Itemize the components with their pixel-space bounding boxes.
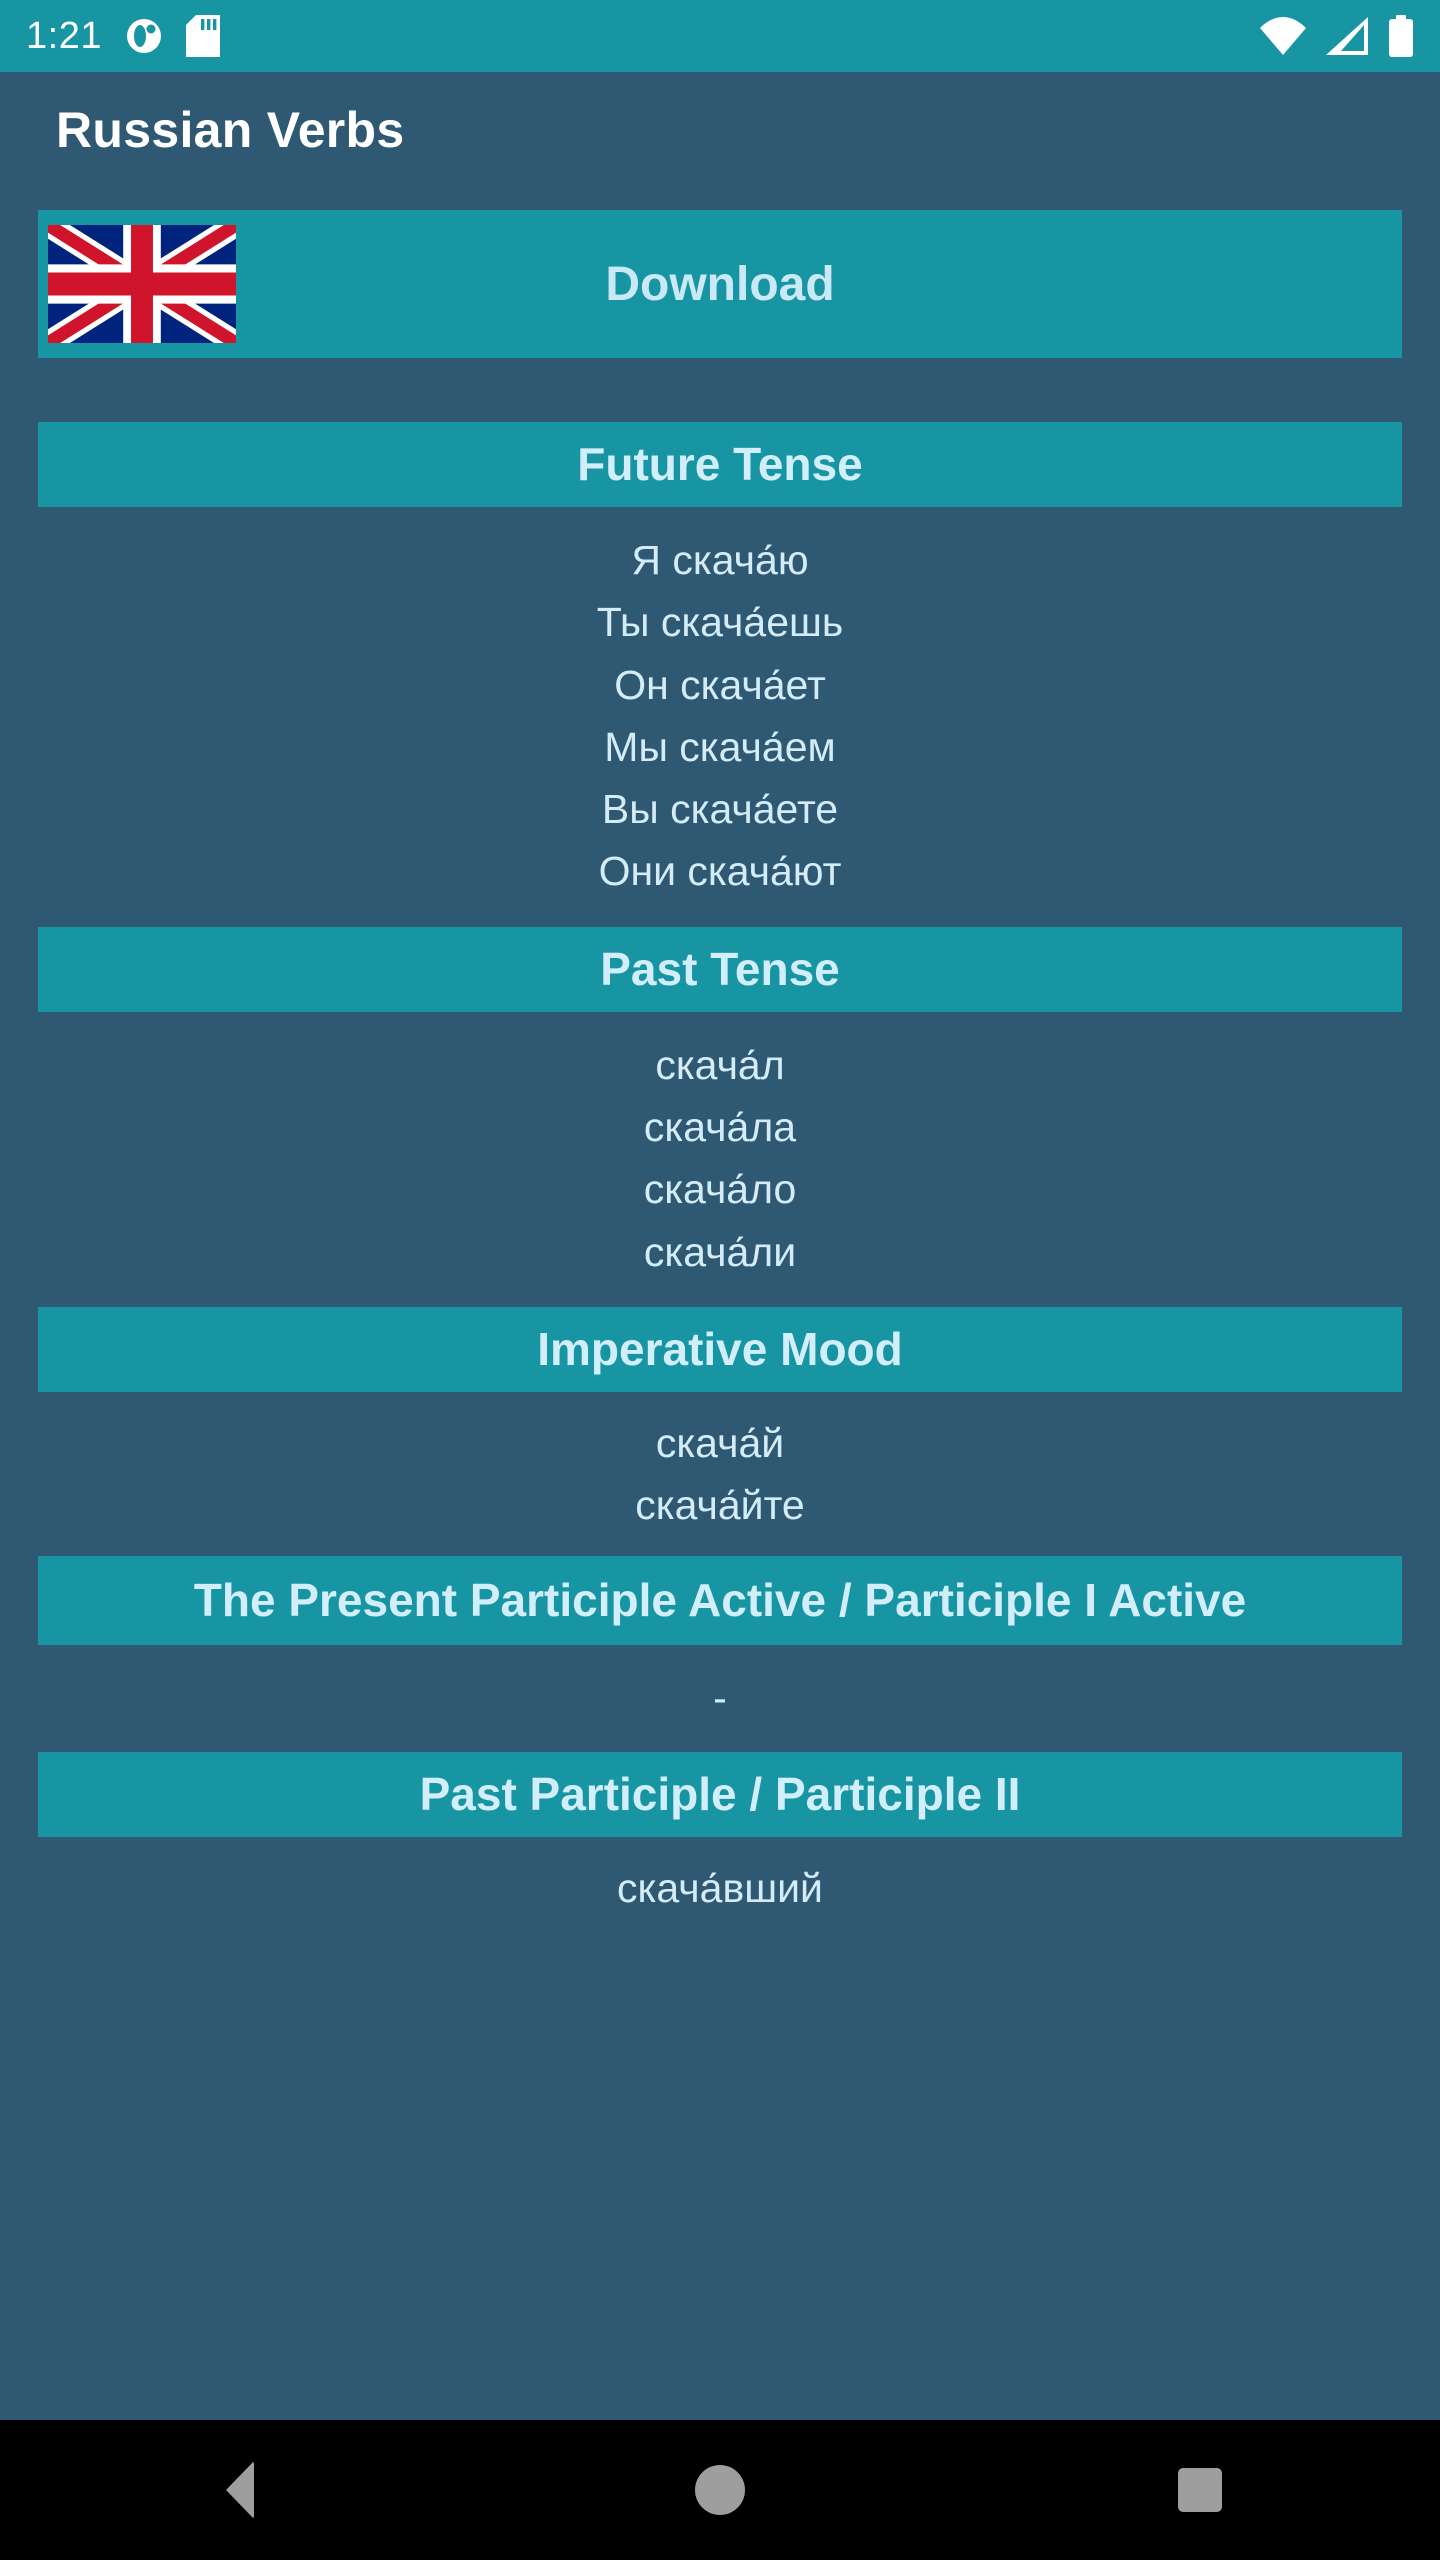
- conjugation-line: скача́ли: [643, 1228, 797, 1275]
- conjugation-line: скача́вший: [617, 1865, 823, 1912]
- home-circle-icon: [695, 2465, 745, 2515]
- status-clock: 1:21: [26, 15, 102, 57]
- conjugation-line: Мы скача́ем: [604, 723, 836, 770]
- section-header-present-participle-active: The Present Participle Active / Particip…: [38, 1556, 1402, 1646]
- conjugation-line: Он скача́ет: [614, 661, 826, 708]
- value-present-participle-active: -: [713, 1675, 727, 1722]
- sd-card-icon: [185, 15, 220, 57]
- app-bar: Russian Verbs: [0, 72, 1440, 188]
- section-header-past-tense: Past Tense: [38, 926, 1402, 1012]
- wifi-icon: [1260, 17, 1306, 55]
- status-bar-right: [1260, 15, 1414, 57]
- recents-square-icon: [1178, 2468, 1222, 2512]
- content-scroll-area[interactable]: Download Future Tense Я скача́ю Ты скача…: [0, 188, 1440, 2420]
- download-button[interactable]: Download: [38, 210, 1402, 358]
- back-triangle-icon: [226, 2461, 254, 2519]
- section-header-future-tense: Future Tense: [38, 422, 1402, 507]
- status-bar-left: 1:21: [26, 15, 220, 57]
- android-navigation-bar: [0, 2420, 1440, 2560]
- section-header-imperative-mood: Imperative Mood: [38, 1306, 1402, 1392]
- clock-alarm-icon: [126, 19, 161, 53]
- back-button[interactable]: [155, 2420, 325, 2560]
- battery-icon: [1389, 15, 1413, 57]
- status-bar: 1:21: [0, 0, 1440, 72]
- cellular-signal-icon: [1326, 17, 1368, 55]
- conjugation-list-future-tense: Я скача́ю Ты скача́ешь Он скача́ет Мы ск…: [38, 507, 1402, 927]
- app-screen: 1:21 Russian Verbs Download Future Tense…: [0, 0, 1440, 2560]
- conjugation-line: скача́л: [655, 1041, 785, 1088]
- section-header-past-participle: Past Participle / Participle II: [38, 1752, 1402, 1838]
- conjugation-list-past-tense: скача́л скача́ла скача́ло скача́ли: [38, 1012, 1402, 1307]
- conjugation-line: Я скача́ю: [631, 536, 809, 583]
- conjugation-list-imperative-mood: скача́й скача́йте: [38, 1392, 1402, 1557]
- recents-button[interactable]: [1115, 2420, 1285, 2560]
- conjugation-line: скача́ло: [643, 1166, 797, 1213]
- download-label: Download: [605, 257, 835, 311]
- conjugation-line: скача́ла: [643, 1103, 797, 1150]
- conjugation-line: Ты скача́ешь: [596, 599, 844, 646]
- conjugation-line: скача́йте: [635, 1482, 805, 1529]
- conjugation-list-past-participle: скача́вший: [38, 1837, 1402, 1939]
- conjugation-line: Вы скача́ете: [601, 786, 839, 833]
- home-button[interactable]: [635, 2420, 805, 2560]
- conjugation-line: Они скача́ют: [598, 848, 842, 895]
- page-title: Russian Verbs: [56, 102, 405, 158]
- conjugation-line: скача́й: [655, 1419, 785, 1466]
